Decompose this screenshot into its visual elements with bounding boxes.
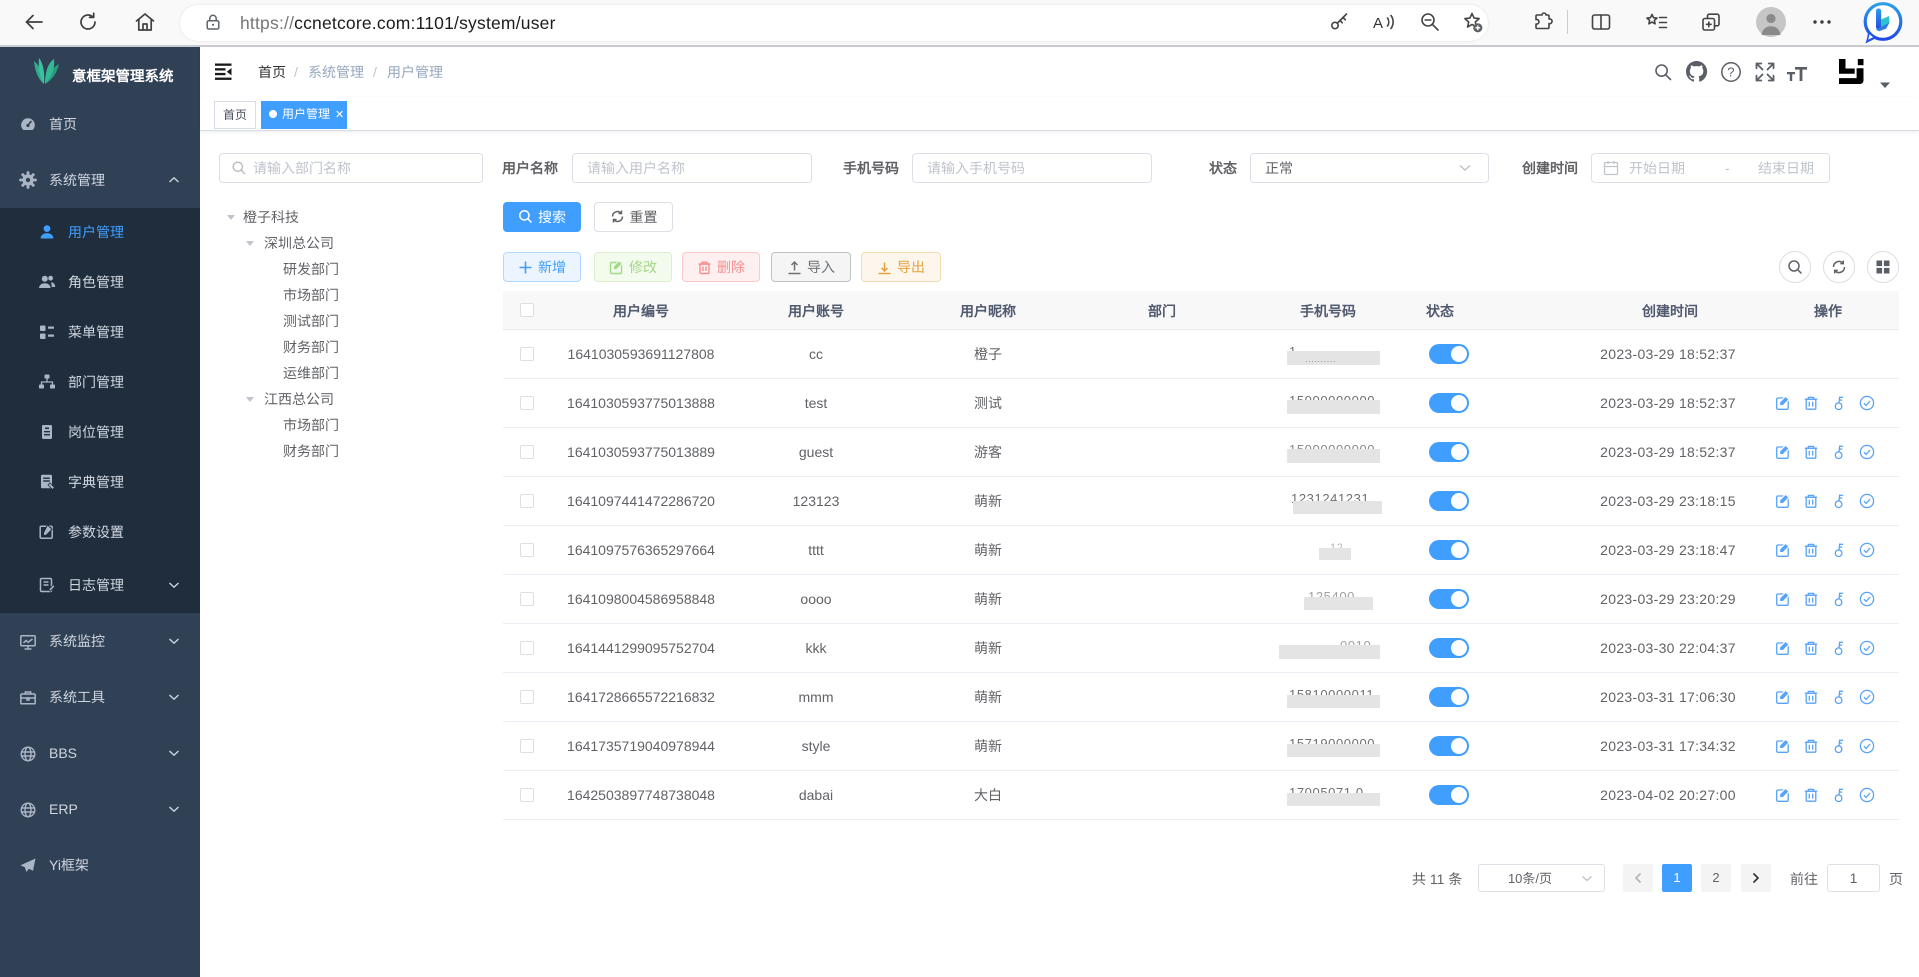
svg-text:?: ?	[1727, 65, 1734, 80]
svg-text:A: A	[1373, 15, 1383, 32]
